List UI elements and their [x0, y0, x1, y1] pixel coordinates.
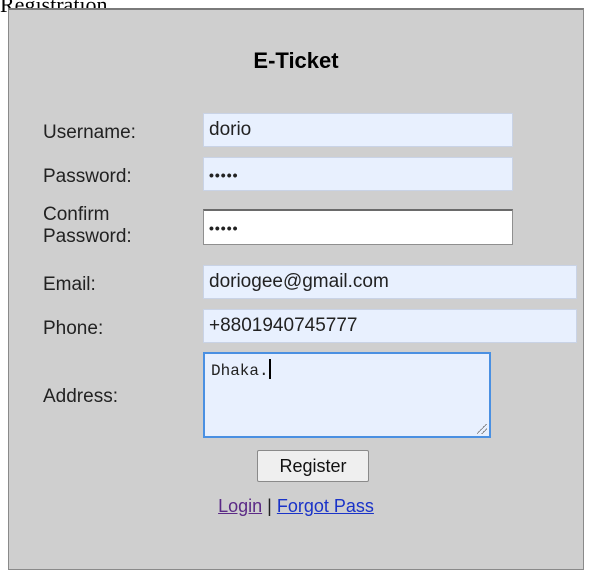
password-input[interactable]: •••••: [203, 157, 513, 191]
confirm-password-input[interactable]: •••••: [203, 209, 513, 245]
text-caret: [268, 359, 271, 379]
confirm-password-label: Confirm Password:: [43, 204, 132, 247]
email-input[interactable]: doriogee@gmail.com: [203, 265, 577, 299]
register-button[interactable]: Register: [257, 450, 369, 482]
link-separator: |: [267, 496, 272, 516]
registration-panel: E-Ticket Username: dorio Password: •••••…: [8, 8, 584, 570]
auth-links: Login | Forgot Pass: [9, 496, 583, 517]
login-link[interactable]: Login: [218, 496, 262, 516]
form-title: E-Ticket: [253, 48, 339, 73]
phone-input[interactable]: +8801940745777: [203, 309, 577, 343]
username-label: Username:: [43, 122, 136, 143]
email-label: Email:: [43, 274, 96, 295]
password-label: Password:: [43, 166, 132, 187]
username-input[interactable]: dorio: [203, 113, 513, 147]
address-label: Address:: [43, 386, 118, 407]
address-text: Dhaka.: [211, 362, 269, 380]
forgot-pass-link[interactable]: Forgot Pass: [277, 496, 374, 516]
address-textarea[interactable]: Dhaka.: [203, 352, 491, 438]
phone-label: Phone:: [43, 318, 104, 339]
resize-grip-icon[interactable]: [477, 424, 487, 434]
